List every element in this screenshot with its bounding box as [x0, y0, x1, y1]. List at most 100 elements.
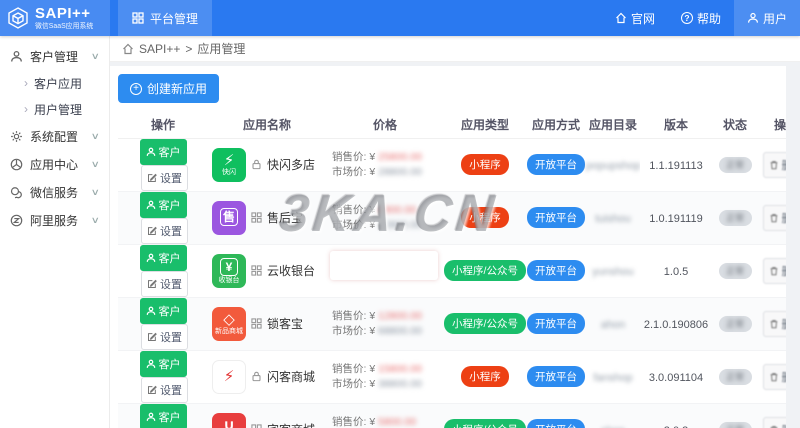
- sidebar-item-ali-services[interactable]: 阿里服务 ∨: [0, 206, 109, 234]
- trash-icon: [770, 319, 777, 328]
- settings-button-label: 设置: [160, 384, 182, 397]
- delete-button-label: 删除: [782, 422, 787, 428]
- customer-button[interactable]: 客户: [139, 297, 187, 324]
- table-row: 客户 设置 ⚡ 快闪 快闪多店 销售价: ¥ 25800.00 市场价: ¥ 2…: [118, 138, 787, 192]
- market-price-label: 市场价: ¥: [332, 165, 376, 178]
- breadcrumb-root[interactable]: SAPI++: [139, 42, 180, 56]
- edit-icon: [148, 173, 157, 182]
- money-bag-icon: ¥ 收银台: [212, 253, 246, 288]
- grid-icon: [251, 318, 262, 329]
- table-row: 客户 设置 ◇ 新品商城 锁客宝 销售价: ¥ 12800.00 市场价: ¥ …: [118, 297, 786, 351]
- status-badge[interactable]: 正常: [718, 315, 752, 332]
- sale-price-label: 销售价: ¥: [332, 203, 376, 216]
- grid-icon: [132, 12, 144, 24]
- edit-icon: [148, 279, 157, 288]
- edit-icon: [148, 332, 157, 341]
- customer-button[interactable]: 客户: [139, 403, 187, 428]
- sidebar-subitem-label: 客户应用: [34, 76, 83, 91]
- app-method-pill: 开放平台: [527, 154, 585, 175]
- settings-button[interactable]: 设置: [141, 164, 188, 191]
- chevron-down-icon: ∨: [91, 214, 101, 225]
- sidebar-subitem-label: 用户管理: [34, 102, 83, 117]
- sidebar-item-customer-apps[interactable]: › 客户应用: [0, 70, 109, 96]
- sidebar-item-app-center[interactable]: 应用中心 ∨: [0, 150, 109, 178]
- chevron-down-icon: ∨: [91, 50, 101, 61]
- user-icon: [146, 253, 155, 262]
- chevron-right-icon: ›: [24, 102, 28, 116]
- app-table-body: 客户 设置 ⚡ 快闪 快闪多店 销售价: ¥ 25800.00 市场价: ¥ 2…: [118, 138, 786, 428]
- create-app-button[interactable]: + 创建新应用: [118, 74, 220, 103]
- delete-button[interactable]: 删除: [762, 204, 786, 231]
- app-tile-label: 快闪: [222, 169, 236, 176]
- customer-button[interactable]: 客户: [139, 350, 187, 377]
- settings-button-label: 设置: [160, 278, 182, 291]
- sidebar-item-user-management[interactable]: › 用户管理: [0, 96, 109, 122]
- app-version: 1.0.191119: [649, 212, 703, 225]
- app-tile-glyph: ⚡: [223, 367, 235, 385]
- status-badge[interactable]: 正常: [718, 368, 752, 385]
- app-tile-glyph: ◇: [223, 311, 235, 328]
- edit-icon: [148, 385, 157, 394]
- topbar-link-site[interactable]: 官网: [602, 0, 668, 36]
- col-header-actions: 操作: [118, 112, 208, 139]
- app-method-pill: 开放平台: [527, 207, 585, 228]
- sidebar-item-system-config[interactable]: 系统配置 ∨: [0, 122, 109, 150]
- status-badge[interactable]: 正常: [718, 209, 752, 226]
- question-icon: ?: [680, 12, 693, 24]
- sale-price-label: 销售价: ¥: [332, 415, 376, 428]
- tab-platform-management[interactable]: 平台管理: [118, 0, 213, 36]
- customer-button[interactable]: 客户: [139, 191, 187, 218]
- col-header-app-dir: 应用目录: [586, 112, 640, 139]
- customer-button[interactable]: 客户: [139, 138, 187, 165]
- chevron-down-icon: ∨: [91, 158, 101, 169]
- delete-button[interactable]: 删除: [762, 310, 786, 337]
- user-icon: [747, 12, 758, 23]
- app-type-pill: 小程序: [461, 366, 509, 387]
- delete-button-label: 删除: [782, 157, 787, 173]
- customer-button[interactable]: 客户: [139, 244, 187, 271]
- app-tile-glyph: 售: [220, 208, 238, 226]
- status-label: 正常: [726, 423, 744, 428]
- app-directory: yunshou: [592, 265, 634, 278]
- delete-button[interactable]: 删除: [762, 363, 786, 390]
- settings-button[interactable]: 设置: [141, 376, 188, 403]
- sale-price-label: 销售价: ¥: [332, 362, 376, 375]
- app-method-pill: 开放平台: [527, 419, 585, 428]
- chevron-down-icon: ∨: [91, 130, 101, 141]
- sidebar-item-customer-management[interactable]: 客户管理 ∨: [0, 42, 109, 70]
- sale-price-value: 12800.00: [378, 309, 422, 322]
- sidebar-item-label: 系统配置: [30, 129, 79, 144]
- user-icon: [146, 359, 155, 368]
- app-tile-glyph: ⚡: [223, 152, 235, 169]
- app-directory: ahon: [600, 318, 626, 331]
- col-header-app-name: 应用名称: [208, 112, 326, 139]
- customer-button-label: 客户: [158, 305, 181, 318]
- topbar-link-user[interactable]: 用户: [733, 0, 800, 36]
- app-version: 2.1.0.190806: [643, 318, 709, 331]
- status-badge[interactable]: 正常: [718, 262, 752, 279]
- app-name: 售后宝: [267, 211, 304, 225]
- status-label: 正常: [725, 372, 744, 382]
- delete-button[interactable]: 删除: [762, 151, 787, 178]
- sidebar-item-wechat-services[interactable]: 微信服务 ∨: [0, 178, 109, 206]
- logo-title: SAPI++: [35, 5, 91, 23]
- settings-button[interactable]: 设置: [141, 217, 188, 244]
- topbar-link-help[interactable]: ? 帮助: [668, 0, 734, 36]
- user-link-label: 用户: [762, 11, 787, 26]
- settings-button[interactable]: 设置: [141, 270, 188, 297]
- status-badge[interactable]: 正常: [718, 421, 752, 428]
- delete-button[interactable]: 删除: [762, 416, 787, 428]
- delete-button-label: 删除: [782, 263, 787, 279]
- app-list-panel: + 创建新应用 操作 应用名称 价格 应用类型 应用方式 应用目录 版本 状态 …: [110, 66, 786, 428]
- delete-button[interactable]: 删除: [762, 257, 787, 284]
- home-icon: [123, 43, 133, 54]
- status-badge[interactable]: 正常: [718, 156, 752, 173]
- apps-icon: [10, 158, 23, 170]
- settings-button-label: 设置: [160, 225, 182, 238]
- market-price-value: 68800.00: [378, 324, 422, 337]
- lock-icon: [251, 371, 262, 382]
- settings-button[interactable]: 设置: [141, 323, 188, 350]
- bag-icon: ∪ 宅客: [212, 412, 246, 428]
- price-cell: 销售价: ¥ 5800.00 市场价: ¥ 9800.00: [326, 403, 444, 428]
- sidebar-item-label: 应用中心: [30, 157, 79, 172]
